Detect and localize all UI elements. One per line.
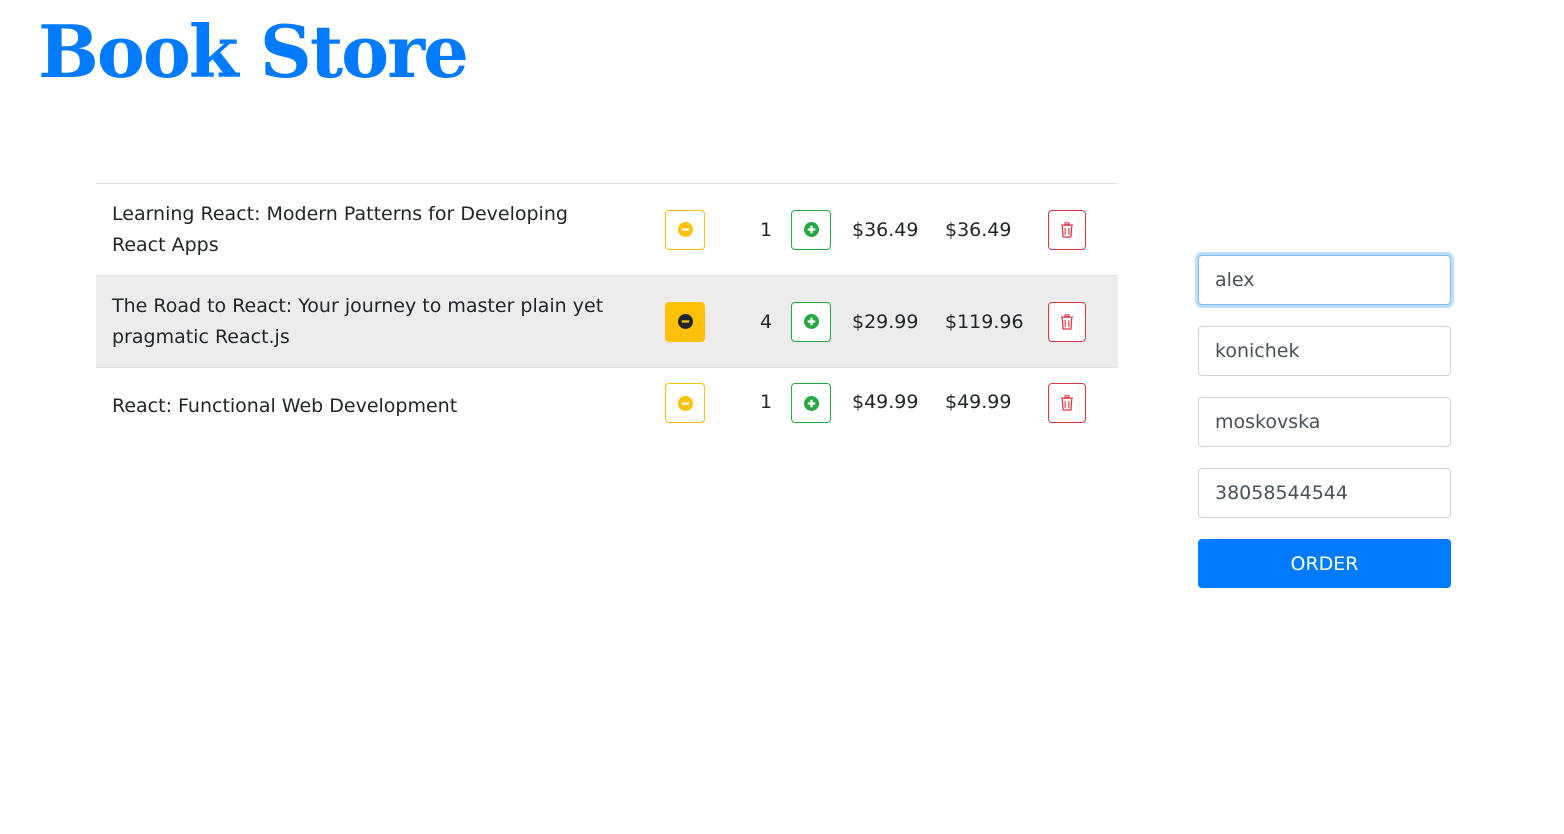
unit-price: $29.99	[852, 275, 945, 368]
decrease-quantity-button[interactable]	[665, 301, 705, 342]
increase-quantity-button[interactable]	[791, 301, 831, 342]
remove-item-button[interactable]	[1048, 301, 1086, 342]
unit-price: $36.49	[852, 183, 945, 276]
quantity: 4	[741, 275, 791, 368]
book-title: React: Functional Web Development	[96, 367, 665, 463]
order-form: ORDER	[1198, 255, 1451, 588]
minus-circle-icon	[677, 314, 693, 329]
remove-item-button[interactable]	[1048, 383, 1086, 423]
line-total: $49.99	[945, 367, 1048, 463]
order-button[interactable]: ORDER	[1198, 539, 1451, 588]
trash-icon	[1061, 313, 1073, 330]
remove-item-button[interactable]	[1048, 209, 1086, 250]
phone-input[interactable]	[1198, 468, 1451, 518]
cart-row: React: Functional Web Development 1 $49.…	[96, 367, 1118, 463]
quantity: 1	[741, 183, 791, 276]
trash-icon	[1061, 221, 1073, 238]
line-total: $36.49	[945, 183, 1048, 276]
book-title: The Road to React: Your journey to maste…	[96, 275, 665, 368]
minus-circle-icon	[677, 395, 693, 411]
trash-icon	[1061, 395, 1073, 411]
cart-row: Learning React: Modern Patterns for Deve…	[96, 183, 1118, 276]
quantity: 1	[741, 367, 791, 463]
minus-circle-icon	[677, 222, 693, 237]
page: Book Store Learning React: Modern Patter…	[0, 0, 1564, 834]
plus-circle-icon	[803, 395, 819, 411]
line-total: $119.96	[945, 275, 1048, 368]
address-input[interactable]	[1198, 397, 1451, 447]
book-title: Learning React: Modern Patterns for Deve…	[96, 183, 665, 276]
cart-table: Learning React: Modern Patterns for Deve…	[96, 183, 1118, 463]
first-name-input[interactable]	[1198, 255, 1451, 305]
unit-price: $49.99	[852, 367, 945, 463]
increase-quantity-button[interactable]	[791, 209, 831, 250]
cart-row: The Road to React: Your journey to maste…	[96, 275, 1118, 368]
plus-circle-icon	[803, 222, 819, 237]
decrease-quantity-button[interactable]	[665, 209, 705, 250]
decrease-quantity-button[interactable]	[665, 383, 705, 423]
increase-quantity-button[interactable]	[791, 383, 831, 423]
page-title: Book Store	[38, 9, 469, 94]
plus-circle-icon	[803, 314, 819, 329]
last-name-input[interactable]	[1198, 326, 1451, 376]
